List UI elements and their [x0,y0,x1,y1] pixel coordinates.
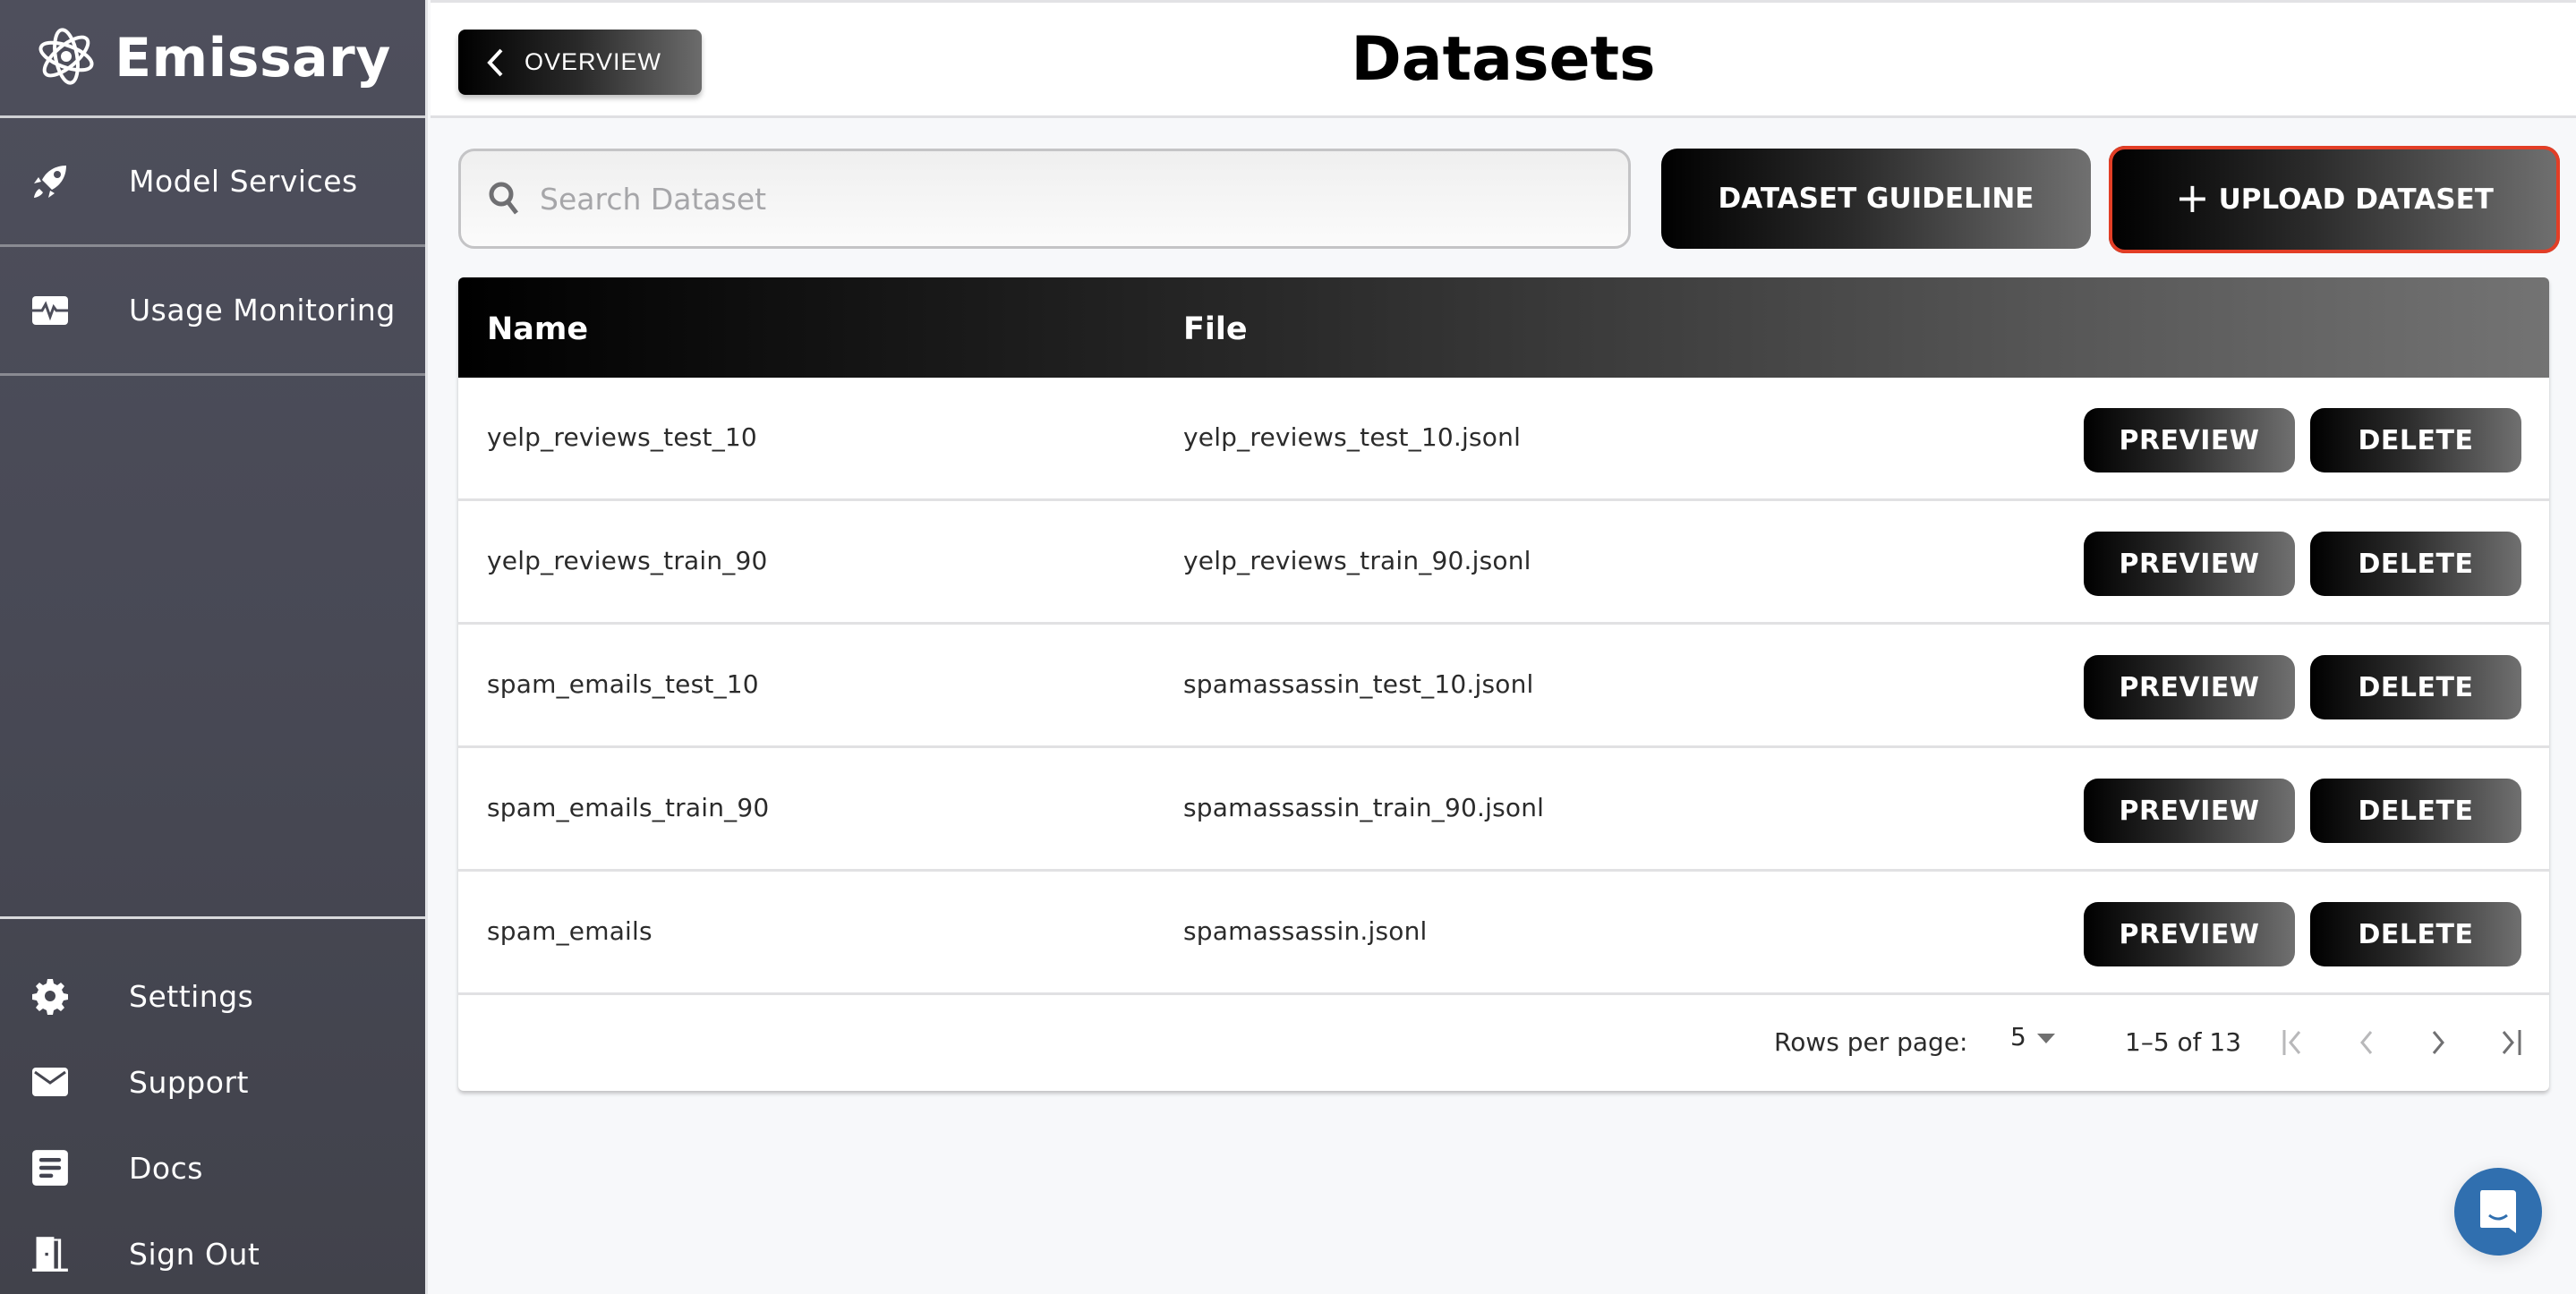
table-row: spam_emails spamassassin.jsonl PREVIEW D… [458,872,2549,995]
search-field[interactable] [458,149,1631,249]
rocket-icon [0,162,100,201]
dataset-file: spamassassin_test_10.jsonl [1183,669,1534,699]
previous-page-button[interactable] [2347,1020,2386,1065]
table-row: spam_emails_test_10 spamassassin_test_10… [458,625,2549,748]
table-row: spam_emails_train_90 spamassassin_train_… [458,748,2549,872]
table-pagination: Rows per page: 5 1–5 of 13 [458,995,2549,1090]
sidebar-item-support[interactable]: Support [0,1039,425,1125]
first-page-icon [2282,1030,2301,1055]
first-page-button[interactable] [2275,1020,2315,1065]
chevron-left-icon [2360,1031,2373,1054]
brand-name: Emissary [115,26,391,89]
upload-dataset-label: UPLOAD DATASET [2218,183,2494,216]
chat-launcher-button[interactable] [2454,1168,2542,1256]
table-header: Name File [458,277,2549,378]
table-row: yelp_reviews_train_90 yelp_reviews_train… [458,501,2549,625]
next-page-button[interactable] [2418,1020,2458,1065]
sidebar: Emissary Model Services Usage Monitoring [0,0,428,1294]
chevron-right-icon [2432,1031,2444,1054]
sidebar-bottom-nav: Settings Support Docs Sign Out [0,916,425,1294]
gear-icon [0,977,100,1015]
dataset-file: spamassassin.jsonl [1183,916,1428,946]
dataset-guideline-button[interactable]: DATASET GUIDELINE [1661,149,2091,249]
preview-button[interactable]: PREVIEW [2084,532,2295,596]
search-input[interactable] [540,181,1524,217]
preview-button[interactable]: PREVIEW [2084,779,2295,843]
column-header-name: Name [487,311,589,347]
chat-bubble-icon [2480,1190,2516,1233]
sidebar-item-settings[interactable]: Settings [0,953,425,1039]
top-bar: OVERVIEW Datasets [431,0,2576,118]
sidebar-item-usage-monitoring[interactable]: Usage Monitoring [0,247,425,376]
delete-button[interactable]: DELETE [2310,655,2521,719]
delete-button[interactable]: DELETE [2310,779,2521,843]
sidebar-item-model-services[interactable]: Model Services [0,118,425,247]
sidebar-item-label: Settings [129,978,254,1014]
preview-button[interactable]: PREVIEW [2084,902,2295,966]
sidebar-item-label: Usage Monitoring [129,293,396,328]
dataset-name: spam_emails [487,916,653,946]
delete-button[interactable]: DELETE [2310,532,2521,596]
document-icon [0,1149,100,1187]
sidebar-item-label: Docs [129,1150,203,1186]
caret-down-icon [2036,1034,2055,1043]
datasets-table: Name File yelp_reviews_test_10 yelp_revi… [458,277,2549,1091]
last-page-button[interactable] [2490,1020,2529,1065]
dataset-file: yelp_reviews_train_90.jsonl [1183,546,1531,575]
rows-per-page-label: Rows per page: [1774,1027,1968,1057]
door-icon [0,1235,100,1273]
sidebar-item-docs[interactable]: Docs [0,1125,425,1211]
delete-button[interactable]: DELETE [2310,408,2521,472]
search-icon [489,182,518,215]
preview-button[interactable]: PREVIEW [2084,655,2295,719]
delete-button[interactable]: DELETE [2310,902,2521,966]
sidebar-item-sign-out[interactable]: Sign Out [0,1211,425,1294]
upload-dataset-button[interactable]: + UPLOAD DATASET [2109,146,2560,253]
sidebar-item-label: Sign Out [129,1236,260,1272]
emissary-logo-icon [34,24,98,92]
column-header-file: File [1183,311,1248,347]
last-page-icon [2502,1030,2521,1055]
plus-icon: + [2175,174,2210,222]
dataset-name: spam_emails_test_10 [487,669,759,699]
mail-icon [0,1063,100,1101]
preview-button[interactable]: PREVIEW [2084,408,2295,472]
sidebar-item-label: Support [129,1064,249,1100]
dataset-file: yelp_reviews_test_10.jsonl [1183,422,1522,452]
activity-monitor-icon [0,291,100,330]
dataset-file: spamassassin_train_90.jsonl [1183,793,1545,822]
rows-per-page-value: 5 [2010,1022,2026,1051]
brand[interactable]: Emissary [0,0,425,118]
dataset-name: yelp_reviews_train_90 [487,546,768,575]
page-title: Datasets [1351,24,1656,95]
dataset-name: spam_emails_train_90 [487,793,770,822]
rows-per-page-select[interactable]: 5 [2010,1022,2055,1051]
dataset-name: yelp_reviews_test_10 [487,422,757,452]
table-row: yelp_reviews_test_10 yelp_reviews_test_1… [458,378,2549,501]
pagination-range: 1–5 of 13 [2125,1027,2242,1057]
sidebar-item-label: Model Services [129,164,358,199]
